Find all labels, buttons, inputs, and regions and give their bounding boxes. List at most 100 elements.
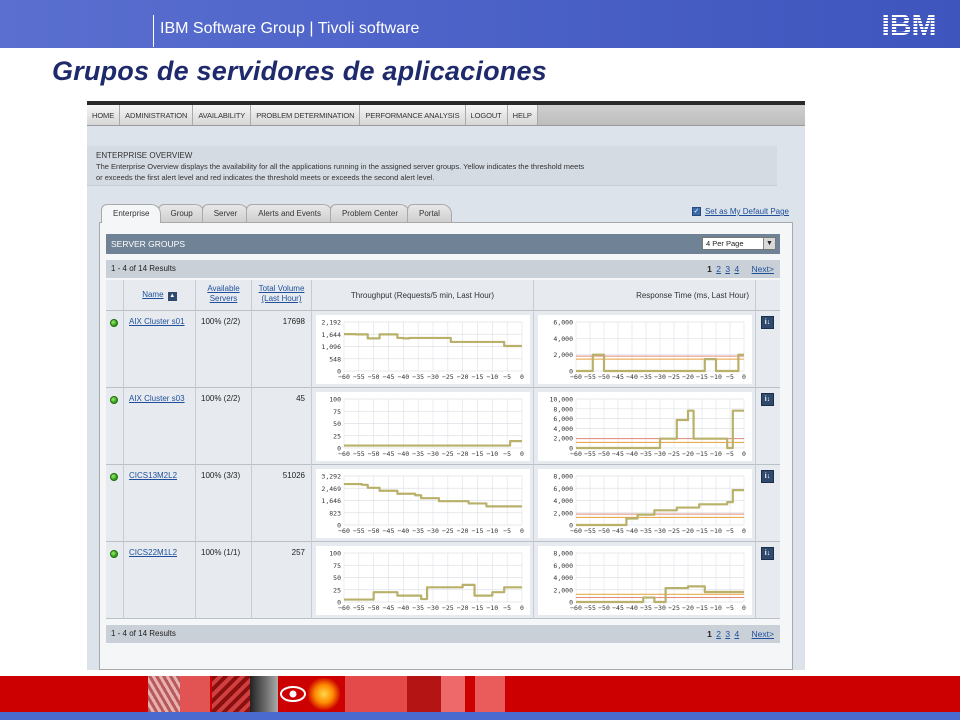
nav-administration[interactable]: ADMINISTRATION [120, 105, 194, 125]
availability-cell: 100% (3/3) [196, 465, 252, 542]
x-tick-label: 0 [742, 373, 746, 381]
x-tick-label: −60 [570, 527, 582, 535]
nav-logout[interactable]: LOGOUT [466, 105, 508, 125]
sort-ascending-icon[interactable]: ▲ [167, 292, 177, 301]
total-volume: 51026 [282, 471, 305, 480]
y-tick-label: 100 [329, 396, 341, 404]
pager-page-2[interactable]: 2 [716, 264, 721, 274]
x-tick-label: −20 [682, 450, 694, 458]
default-page-checkbox[interactable]: ✓ [691, 207, 701, 216]
x-tick-label: −5 [726, 604, 734, 612]
x-tick-label: −25 [442, 450, 454, 458]
x-tick-label: −35 [640, 373, 652, 381]
x-tick-label: −10 [710, 373, 722, 381]
x-tick-label: −40 [397, 450, 409, 458]
header-text: IBM Software Group | Tivoli software [160, 20, 420, 37]
default-page-link[interactable]: Set as My Default Page [705, 207, 789, 216]
response-time-chart: 10,000 8,000 6,000 4,000 2,000 0 −60 −55 −50 −45−… [538, 392, 752, 461]
tab-group[interactable]: Group [158, 204, 205, 222]
y-tick-label: 1,096 [321, 343, 341, 351]
x-tick-label: −40 [397, 604, 409, 612]
chevron-down-icon[interactable]: ▼ [763, 238, 775, 249]
y-tick-label: 548 [329, 355, 341, 363]
throughput-chart: 100 75 50 25 0 −60 −55 −50 −45 −40 −35 −30 −25 −20 −15… [316, 546, 530, 615]
sort-by-available-link[interactable]: Available Servers [207, 284, 239, 303]
throughput-chart: 100 75 50 25 0 −60 −55 −50 −45 −40 −35 −30 −25 −20 −15… [316, 392, 530, 461]
nav-help[interactable]: HELP [508, 105, 538, 125]
x-tick-label: −35 [412, 604, 424, 612]
x-tick-label: −45 [612, 527, 624, 535]
header-available-line-2: Servers [209, 294, 238, 303]
pager-page-3[interactable]: 3 [725, 629, 730, 639]
y-tick-label: 6,000 [553, 415, 573, 423]
x-tick-label: 0 [742, 527, 746, 535]
server-group-link[interactable]: AIX Cluster s01 [129, 317, 185, 326]
y-tick-label: 25 [333, 586, 341, 594]
response-cell: 8,000 6,000 4,000 2,000 0 −60 −55 −50 −45 −40 −35−… [534, 542, 756, 619]
x-tick-label: −25 [668, 527, 680, 535]
nav-availability[interactable]: AVAILABILITY [193, 105, 252, 125]
throughput-chart: 3,292 2,469 1,646 823 0 −60 −55 −50 −45 −40 −35 −30… [316, 469, 530, 538]
sort-by-volume-link[interactable]: Total Volume (Last Hour) [259, 284, 305, 303]
pager-page-4[interactable]: 4 [734, 629, 739, 639]
x-tick-label: −25 [668, 450, 680, 458]
server-group-link[interactable]: CICS13M2L2 [129, 471, 177, 480]
y-tick-label: 4,000 [553, 335, 573, 343]
drilldown-icon[interactable]: i↓ [761, 393, 774, 406]
tab-enterprise[interactable]: Enterprise [101, 204, 162, 223]
x-tick-label: −30 [427, 527, 439, 535]
y-tick-label: 6,000 [553, 562, 573, 570]
status-cell [106, 311, 124, 388]
ibm-logo: IBM [882, 9, 937, 39]
x-tick-label: −55 [584, 604, 596, 612]
per-page-select[interactable]: 4 Per Page ▼ [702, 237, 776, 250]
x-tick-label: −60 [338, 450, 350, 458]
header-name: Name ▲ [124, 280, 196, 311]
tab-alerts-and-events[interactable]: Alerts and Events [246, 204, 333, 222]
x-tick-label: −60 [338, 604, 350, 612]
name-cell: CICS13M2L2 [124, 465, 196, 542]
response-cell: 10,000 8,000 6,000 4,000 2,000 0 −60 −55 −50 −45−… [534, 388, 756, 465]
pager-current: 1 [707, 264, 712, 274]
action-cell: i↓ [756, 465, 780, 542]
footer-image-tile [250, 676, 278, 712]
x-tick-label: −15 [696, 527, 708, 535]
action-cell: i↓ [756, 388, 780, 465]
x-tick-label: −45 [383, 604, 395, 612]
pager-page-4[interactable]: 4 [734, 264, 739, 274]
pager-next[interactable]: Next> [752, 629, 774, 639]
status-green-icon [110, 396, 118, 404]
y-tick-label: 10,000 [550, 396, 574, 404]
table-row: AIX Cluster s01 100% (2/2) 17698 2,192 1,… [106, 311, 780, 388]
nav-problem-determination[interactable]: PROBLEM DETERMINATION [251, 105, 361, 125]
tab-bar: Enterprise Group Server Alerts and Event… [101, 204, 452, 223]
tab-portal[interactable]: Portal [407, 204, 452, 222]
footer-image-tile [308, 678, 340, 710]
x-tick-label: −20 [682, 373, 694, 381]
drilldown-icon[interactable]: i↓ [761, 316, 774, 329]
per-page-value: 4 Per Page [706, 239, 744, 248]
drilldown-icon[interactable]: i↓ [761, 547, 774, 560]
y-tick-label: 2,000 [553, 351, 573, 359]
footer-image-tile [148, 676, 180, 712]
pager-page-3[interactable]: 3 [725, 264, 730, 274]
nav-home[interactable]: HOME [87, 105, 121, 125]
x-tick-label: −5 [726, 373, 734, 381]
x-tick-label: −50 [368, 527, 380, 535]
drilldown-icon[interactable]: i↓ [761, 470, 774, 483]
action-cell: i↓ [756, 311, 780, 388]
server-group-link[interactable]: AIX Cluster s03 [129, 394, 185, 403]
server-group-link[interactable]: CICS22M1L2 [129, 548, 177, 557]
nav-performance-analysis[interactable]: PERFORMANCE ANALYSIS [360, 105, 466, 125]
sort-by-name-link[interactable]: Name [142, 290, 163, 299]
tab-server[interactable]: Server [201, 204, 250, 222]
pager-top: 1 2 3 4 Next> [707, 260, 774, 278]
x-tick-label: −45 [383, 527, 395, 535]
x-tick-label: −15 [696, 373, 708, 381]
pager-next[interactable]: Next> [752, 264, 774, 274]
pager-page-2[interactable]: 2 [716, 629, 721, 639]
x-tick-label: −40 [626, 450, 638, 458]
overview-text-line-1: The Enterprise Overview displays the ava… [96, 162, 585, 171]
tab-problem-center[interactable]: Problem Center [329, 204, 410, 222]
header-volume-line-2: (Last Hour) [261, 294, 302, 303]
